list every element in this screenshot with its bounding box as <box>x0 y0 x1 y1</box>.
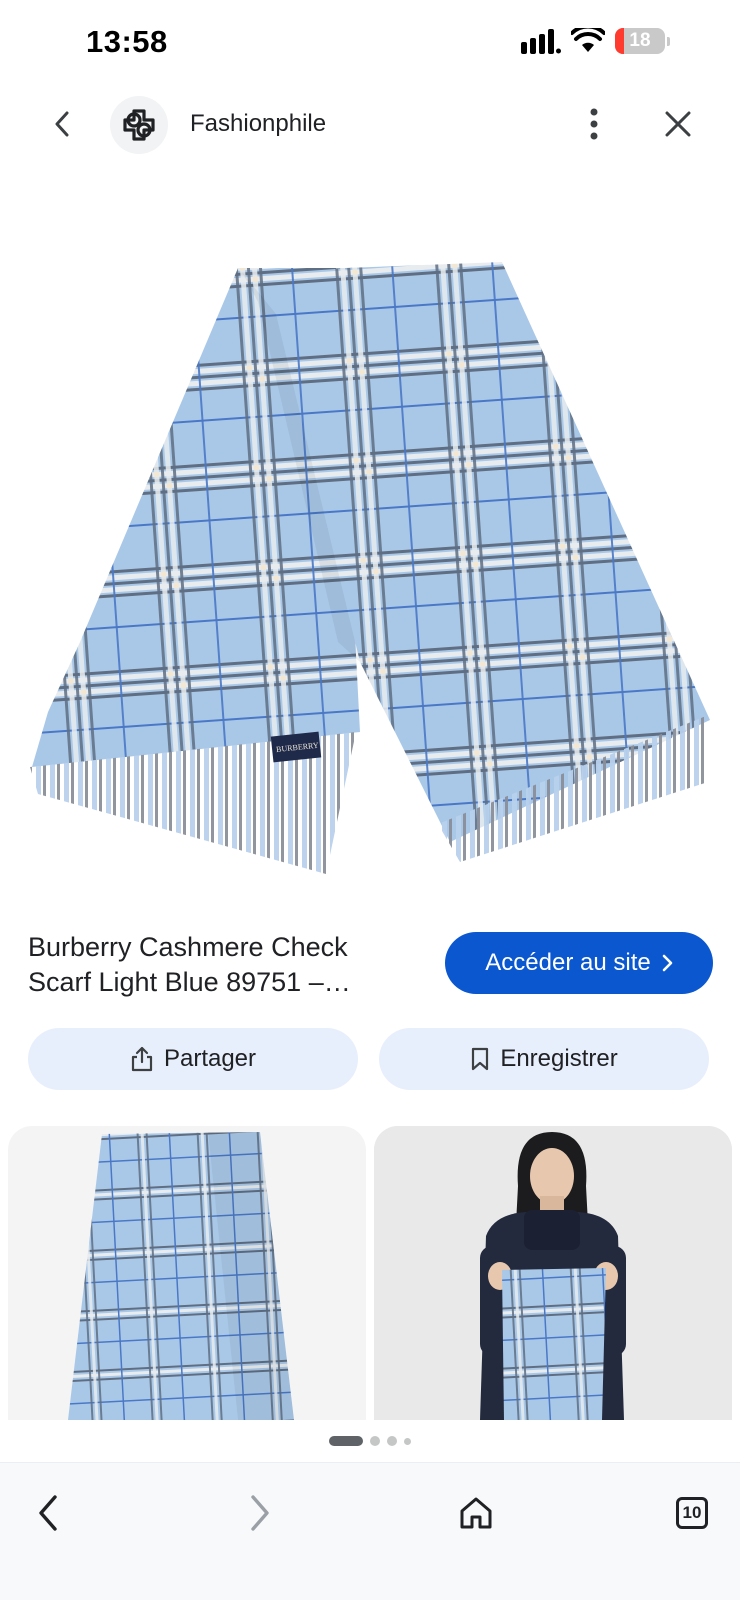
more-vertical-icon <box>590 108 598 140</box>
more-options-button[interactable] <box>576 106 612 142</box>
share-button[interactable]: Partager <box>28 1028 358 1090</box>
back-button[interactable] <box>44 106 80 142</box>
battery-level-fill <box>615 28 624 54</box>
share-icon <box>131 1046 153 1072</box>
share-label: Partager <box>163 1045 257 1072</box>
related-image-scarf[interactable] <box>8 1126 366 1420</box>
site-name[interactable]: Fashionphile <box>190 110 326 138</box>
related-image-model[interactable] <box>374 1126 732 1420</box>
close-icon <box>665 111 691 137</box>
browser-back-button[interactable] <box>20 1485 76 1541</box>
scarf-thumbnail <box>68 1132 294 1420</box>
pager-dot[interactable] <box>404 1437 411 1445</box>
tabs-count: 10 <box>682 1503 702 1522</box>
signal-icon <box>521 29 561 54</box>
model-thumbnail <box>374 1126 732 1420</box>
close-button[interactable] <box>660 106 696 142</box>
product-title[interactable]: Burberry Cashmere Check Scarf Light Blue… <box>28 930 408 1000</box>
back-icon <box>39 1495 57 1531</box>
tabs-button[interactable]: 10 <box>664 1485 720 1541</box>
pager-dot[interactable] <box>387 1436 397 1446</box>
home-button[interactable] <box>448 1485 504 1541</box>
browser-forward-button[interactable] <box>232 1485 288 1541</box>
site-logo[interactable] <box>110 96 168 154</box>
bookmark-icon <box>472 1047 489 1071</box>
forward-icon <box>251 1495 269 1531</box>
save-label: Enregistrer <box>500 1045 618 1072</box>
visit-site-button[interactable]: Accéder au site <box>445 932 713 994</box>
fashionphile-logo <box>123 109 155 141</box>
status-icons: 18 <box>521 28 670 54</box>
scarf-illustration: BURBERRY <box>30 262 710 874</box>
battery-nub <box>667 36 670 46</box>
status-time: 13:58 <box>86 24 168 59</box>
product-image[interactable]: BURBERRY <box>20 262 720 902</box>
wifi-icon <box>571 28 605 52</box>
image-pager <box>0 1436 740 1446</box>
chevron-right-icon <box>662 954 673 972</box>
pager-dot[interactable] <box>329 1436 363 1446</box>
browser-bottom-nav: 10 <box>0 1462 740 1600</box>
battery-icon: 18 <box>615 28 665 54</box>
visit-site-label: Accéder au site <box>485 949 651 976</box>
home-icon <box>460 1497 492 1529</box>
tabs-icon: 10 <box>676 1497 708 1529</box>
status-bar: 13:58 18 <box>0 0 740 88</box>
battery-level: 18 <box>629 30 651 51</box>
back-arrow-icon <box>55 111 69 137</box>
save-button[interactable]: Enregistrer <box>379 1028 709 1090</box>
pager-dot[interactable] <box>370 1436 380 1446</box>
viewer-header: Fashionphile <box>0 92 740 156</box>
